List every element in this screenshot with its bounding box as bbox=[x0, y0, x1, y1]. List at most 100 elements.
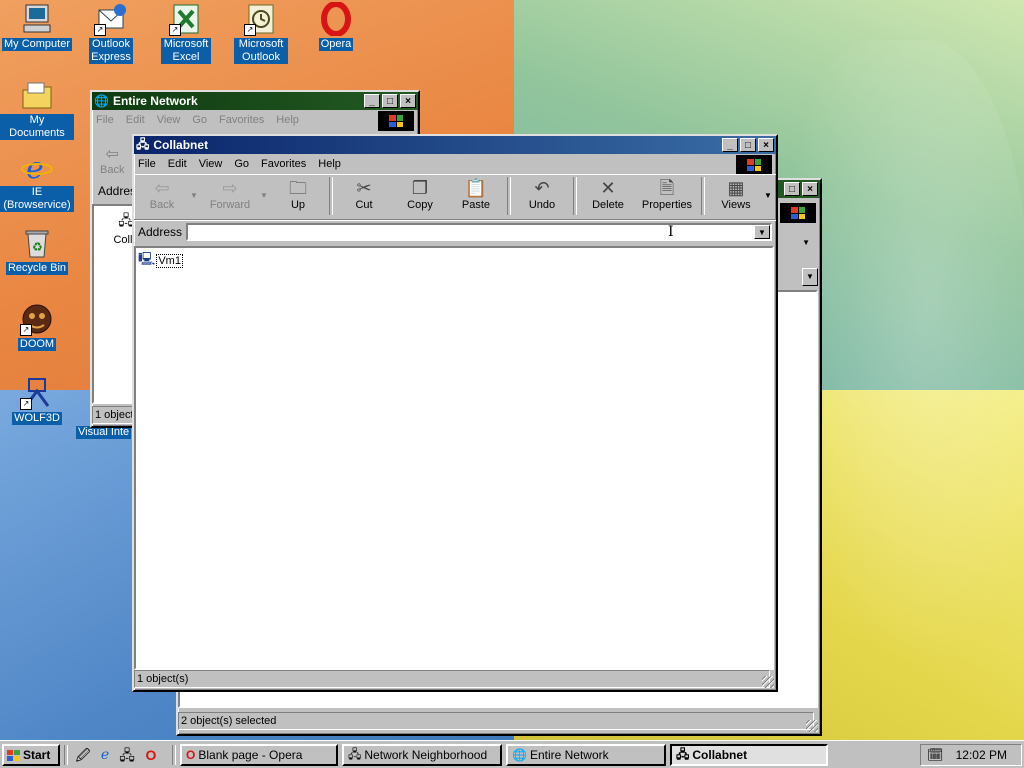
desktop-icon-outlook-express[interactable]: ↗ Outlook Express bbox=[74, 2, 148, 64]
quicklaunch-show-desktop-icon[interactable]: 🖉 bbox=[74, 746, 92, 764]
desktop: My Computer ↗ Outlook Express ↗ Microsof… bbox=[0, 0, 1024, 740]
menu-file[interactable]: File bbox=[138, 158, 156, 170]
menu-favorites[interactable]: Favorites bbox=[219, 114, 264, 126]
resize-grip-icon[interactable] bbox=[806, 720, 818, 732]
maximize-icon[interactable]: □ bbox=[740, 138, 756, 152]
close-icon[interactable]: × bbox=[758, 138, 774, 152]
views-label: Views bbox=[721, 199, 751, 211]
menu-go[interactable]: Go bbox=[234, 158, 249, 170]
maximize-icon[interactable]: □ bbox=[784, 182, 800, 196]
dropdown-arrow-icon[interactable]: ▼ bbox=[802, 238, 810, 247]
views-dropdown-icon[interactable]: ▼ bbox=[764, 177, 774, 200]
up-button[interactable]: 🗀 Up bbox=[270, 177, 326, 211]
windows-logo-icon bbox=[780, 203, 816, 223]
maximize-icon[interactable]: □ bbox=[382, 94, 398, 108]
desktop-icon-wolf3d[interactable]: ↗ WOLF3D bbox=[0, 376, 74, 425]
cut-label: Cut bbox=[355, 199, 373, 211]
collabnet-content[interactable]: 🖳 Vm1 bbox=[134, 246, 774, 670]
minimize-icon[interactable]: _ bbox=[722, 138, 738, 152]
back-label: Back bbox=[149, 199, 175, 211]
menu-help[interactable]: Help bbox=[276, 114, 299, 126]
cut-button[interactable]: ✂ Cut bbox=[336, 177, 392, 211]
task-network-neighborhood[interactable]: 🖧 Network Neighborhood bbox=[342, 744, 502, 766]
collabnet-titlebar[interactable]: 🖧 Collabnet _ □ × bbox=[134, 136, 776, 154]
taskbar: Start 🖉 e 🖧 O O Blank page - Opera 🖧 Net… bbox=[0, 740, 1024, 768]
quicklaunch-network-icon[interactable]: 🖧 bbox=[118, 746, 136, 764]
window-title: Collabnet bbox=[153, 138, 209, 152]
delete-button[interactable]: ✕ Delete bbox=[580, 177, 636, 211]
forward-arrow-icon: ⇨ bbox=[222, 178, 238, 198]
menu-file[interactable]: File bbox=[96, 114, 114, 126]
up-folder-icon: 🗀 bbox=[289, 178, 307, 198]
scheduler-icon[interactable]: 🗓 bbox=[927, 747, 944, 763]
quicklaunch-ie-icon[interactable]: e bbox=[96, 746, 114, 764]
collabnet-menubar: File Edit View Go Favorites Help bbox=[134, 154, 776, 175]
svg-text:e: e bbox=[26, 151, 44, 184]
network-globe-icon: 🌐 bbox=[94, 94, 109, 108]
desktop-icon-microsoft-excel[interactable]: ↗ Microsoft Excel bbox=[149, 2, 223, 64]
entire-network-titlebar[interactable]: 🌐 Entire Network _ □ × bbox=[92, 92, 418, 110]
copy-icon: ❐ bbox=[411, 178, 429, 198]
task-label: Entire Network bbox=[529, 748, 609, 762]
desktop-icon-recycle-bin[interactable]: ♻ Recycle Bin bbox=[0, 226, 74, 275]
address-dropdown-button[interactable]: ▼ bbox=[754, 225, 770, 239]
desktop-icon-label: My Documents bbox=[0, 114, 74, 140]
menu-go[interactable]: Go bbox=[192, 114, 207, 126]
task-blank-page-opera[interactable]: O Blank page - Opera bbox=[180, 744, 338, 766]
back-button[interactable]: ⇦ Back bbox=[100, 144, 124, 176]
properties-label: Properties bbox=[641, 199, 693, 211]
desktop-icon-label: WOLF3D bbox=[12, 412, 62, 425]
copy-button[interactable]: ❐ Copy bbox=[392, 177, 448, 211]
address-input[interactable]: I ▼ bbox=[186, 223, 772, 241]
quicklaunch-opera-icon[interactable]: O bbox=[142, 746, 160, 764]
paste-button[interactable]: 📋 Paste bbox=[448, 177, 504, 211]
menu-edit[interactable]: Edit bbox=[126, 114, 145, 126]
close-icon[interactable]: × bbox=[802, 182, 818, 196]
back-button[interactable]: ⇦ Back bbox=[134, 177, 190, 211]
resize-grip-icon[interactable] bbox=[762, 676, 774, 688]
desktop-icon-my-documents[interactable]: My Documents bbox=[0, 78, 74, 140]
menu-help[interactable]: Help bbox=[318, 158, 341, 170]
svg-text:♻: ♻ bbox=[32, 240, 43, 254]
computer-icon bbox=[20, 2, 54, 36]
close-icon[interactable]: × bbox=[400, 94, 416, 108]
folder-icon bbox=[20, 78, 54, 112]
collabnet-window[interactable]: 🖧 Collabnet _ □ × File Edit View Go Favo… bbox=[132, 134, 778, 692]
address-label: Address bbox=[138, 225, 183, 239]
minimize-icon[interactable]: _ bbox=[364, 94, 380, 108]
menu-view[interactable]: View bbox=[199, 158, 223, 170]
menu-view[interactable]: View bbox=[157, 114, 181, 126]
menu-favorites[interactable]: Favorites bbox=[261, 158, 306, 170]
excel-icon: ↗ bbox=[169, 2, 203, 36]
list-item[interactable]: 🖳 Vm1 bbox=[138, 250, 183, 272]
outlook-express-icon: ↗ bbox=[94, 2, 128, 36]
task-collabnet[interactable]: 🖧 Collabnet bbox=[670, 744, 828, 766]
back-dropdown-icon[interactable]: ▼ bbox=[190, 177, 200, 200]
desktop-icon-doom[interactable]: ↗ DOOM bbox=[0, 302, 74, 351]
forward-dropdown-icon[interactable]: ▼ bbox=[260, 177, 270, 200]
text-cursor-icon: I bbox=[668, 224, 674, 240]
up-label: Up bbox=[290, 199, 306, 211]
desktop-icon-opera[interactable]: Opera bbox=[299, 1, 373, 51]
desktop-icon-microsoft-outlook[interactable]: ↗ Microsoft Outlook bbox=[224, 2, 298, 64]
start-button[interactable]: Start bbox=[2, 744, 60, 766]
desktop-icon-label: IE (Browservice) bbox=[0, 186, 74, 212]
toolbar-separator bbox=[573, 177, 577, 215]
task-entire-network[interactable]: 🌐 Entire Network bbox=[506, 744, 666, 766]
menu-edit[interactable]: Edit bbox=[168, 158, 187, 170]
task-label: Collabnet bbox=[692, 748, 748, 762]
outlook-icon: ↗ bbox=[244, 2, 278, 36]
toolbar-separator bbox=[701, 177, 705, 215]
undo-button[interactable]: ↶ Undo bbox=[514, 177, 570, 211]
doom-icon: ↗ bbox=[20, 302, 54, 336]
desktop-icon-my-computer[interactable]: My Computer bbox=[0, 2, 74, 51]
desktop-icon-ie-browservice[interactable]: e IE (Browservice) bbox=[0, 150, 74, 212]
taskbar-separator bbox=[172, 745, 176, 765]
clock[interactable]: 12:02 PM bbox=[956, 748, 1007, 762]
forward-label: Forward bbox=[209, 199, 251, 211]
forward-button[interactable]: ⇨ Forward bbox=[200, 177, 260, 211]
views-button[interactable]: ▦ Views bbox=[708, 177, 764, 211]
toolbar-separator bbox=[329, 177, 333, 215]
properties-button[interactable]: 🗎 Properties bbox=[636, 177, 698, 211]
address-dropdown-button[interactable]: ▼ bbox=[802, 268, 818, 286]
